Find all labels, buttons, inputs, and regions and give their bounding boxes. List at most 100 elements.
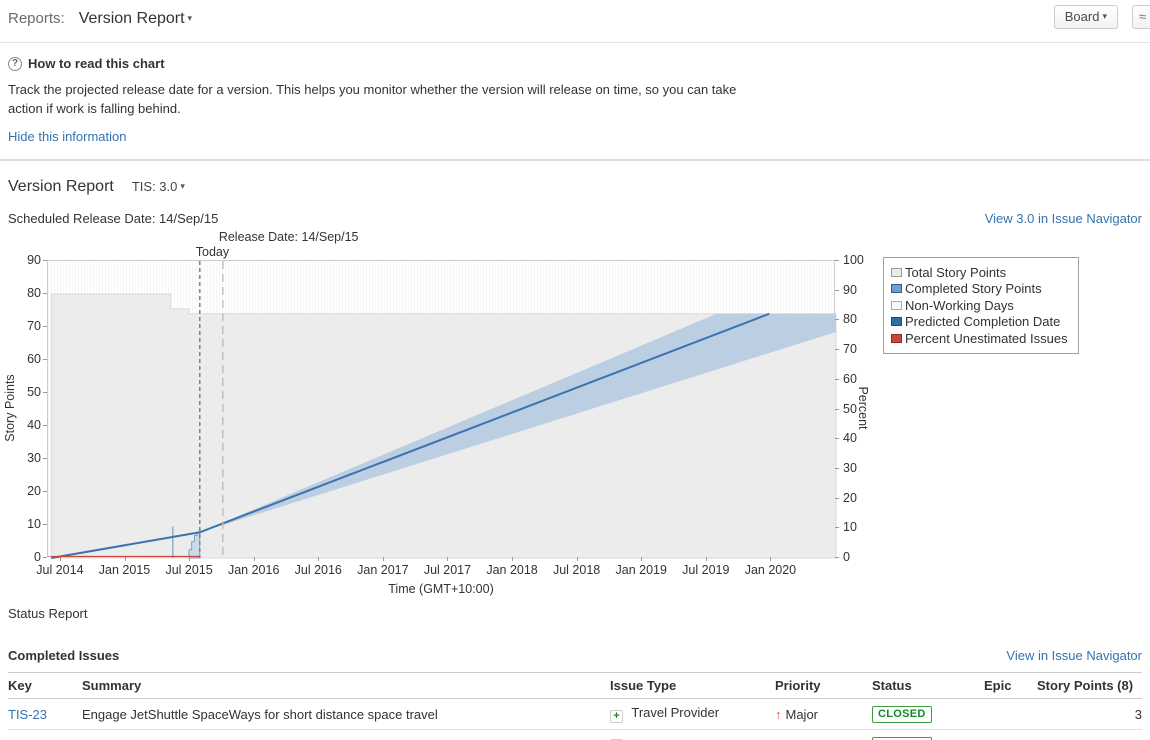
y-right-tick-mark — [835, 260, 839, 261]
y-left-tick-label: 10 — [13, 517, 41, 531]
x-tick-label: Jul 2017 — [415, 563, 479, 577]
y-left-tick-label: 30 — [13, 451, 41, 465]
top-bar: Reports: Version Report▾ Board▾ ≈ — [0, 0, 1150, 43]
page-title: Version Report — [8, 178, 114, 196]
y-left-tick-mark — [43, 326, 47, 327]
legend-swatch-non-working-days — [891, 301, 902, 310]
y-left-tick-mark — [43, 458, 47, 459]
legend-item: Percent Unestimated Issues — [891, 330, 1068, 347]
version-selector[interactable]: TIS: 3.0▾ — [132, 179, 185, 194]
info-panel-title: How to read this chart — [28, 56, 165, 71]
column-header-sum: Summary — [82, 673, 610, 699]
y-left-tick-label: 50 — [13, 385, 41, 399]
x-tick-mark — [318, 557, 319, 561]
table-row: TIS-23Engage JetShuttle SpaceWays for sh… — [8, 699, 1142, 730]
y-left-tick-mark — [43, 260, 47, 261]
y-axis-title-left: Story Points — [3, 308, 17, 508]
legend-item: Completed Story Points — [891, 281, 1068, 298]
scheduled-release-date: Scheduled Release Date: 14/Sep/15 — [8, 211, 218, 226]
chart-legend: Total Story PointsCompleted Story Points… — [883, 257, 1079, 354]
y-left-tick-mark — [43, 425, 47, 426]
y-right-tick-mark — [835, 379, 839, 380]
y-left-tick-label: 20 — [13, 484, 41, 498]
y-right-tick-label: 20 — [843, 491, 857, 505]
y-right-tick-mark — [835, 557, 839, 558]
x-tick-mark — [254, 557, 255, 561]
y-left-tick-mark — [43, 524, 47, 525]
issue-epic-cell — [984, 730, 1037, 740]
x-tick-label: Jan 2018 — [480, 563, 544, 577]
expand-button[interactable]: ≈ — [1132, 5, 1150, 29]
legend-swatch-percent-unestimated-issues — [891, 334, 902, 343]
issue-epic-cell — [984, 699, 1037, 730]
issue-story-points-cell: 2 — [1037, 730, 1142, 740]
legend-swatch-predicted-completion-date — [891, 317, 902, 326]
legend-item: Predicted Completion Date — [891, 314, 1068, 331]
chart-canvas — [48, 261, 836, 558]
expand-icon: ≈ — [1139, 9, 1146, 24]
table-row: TIS-45Email non registered users to sign… — [8, 730, 1142, 740]
completed-issues-table: KeySummaryIssue TypePriorityStatusEpicSt… — [8, 672, 1142, 740]
y-right-tick-mark — [835, 319, 839, 320]
chevron-down-icon: ▾ — [188, 13, 193, 24]
y-left-tick-label: 70 — [13, 319, 41, 333]
hide-information-link[interactable]: Hide this information — [8, 129, 127, 144]
x-tick-mark — [189, 557, 190, 561]
y-right-tick-label: 70 — [843, 342, 857, 356]
breadcrumb: Reports: — [8, 10, 65, 27]
view-version-link[interactable]: View 3.0 in Issue Navigator — [985, 211, 1142, 226]
column-header-key: Key — [8, 673, 82, 699]
issue-priority-cell: ↑Major — [775, 699, 872, 730]
legend-item: Total Story Points — [891, 264, 1068, 281]
column-header-pri: Priority — [775, 673, 872, 699]
legend-label: Percent Unestimated Issues — [905, 331, 1068, 346]
priority-up-arrow-icon: ↑ — [775, 707, 782, 722]
view-in-issue-navigator-link[interactable]: View in Issue Navigator — [1006, 648, 1142, 663]
report-switcher[interactable]: Version Report▾ — [79, 10, 192, 27]
y-right-tick-mark — [835, 468, 839, 469]
x-tick-label: Jan 2015 — [93, 563, 157, 577]
y-axis-title-right: Percent — [856, 308, 870, 508]
issue-status-cell: CLOSED — [872, 730, 984, 740]
chevron-down-icon: ▾ — [1102, 11, 1107, 22]
y-right-tick-label: 0 — [843, 550, 850, 564]
issue-key-link[interactable]: TIS-23 — [8, 707, 47, 722]
column-header-type: Issue Type — [610, 673, 775, 699]
y-right-tick-mark — [835, 349, 839, 350]
x-axis-title: Time (GMT+10:00) — [341, 582, 541, 596]
x-tick-label: Jul 2015 — [157, 563, 221, 577]
release-date-annotation: Release Date: 14/Sep/15 — [219, 230, 359, 244]
chart-plot-area — [47, 260, 835, 557]
y-right-tick-label: 80 — [843, 312, 857, 326]
x-tick-label: Jan 2016 — [222, 563, 286, 577]
x-tick-mark — [770, 557, 771, 561]
y-right-tick-label: 60 — [843, 372, 857, 386]
y-right-tick-mark — [835, 409, 839, 410]
completed-issues-title: Completed Issues — [8, 648, 119, 663]
y-right-tick-label: 90 — [843, 283, 857, 297]
x-tick-mark — [641, 557, 642, 561]
legend-label: Completed Story Points — [905, 281, 1042, 296]
issue-key-cell: TIS-45 — [8, 730, 82, 740]
issue-type-cell: Story — [610, 730, 775, 740]
y-right-tick-mark — [835, 438, 839, 439]
y-left-tick-label: 0 — [13, 550, 41, 564]
y-left-tick-mark — [43, 392, 47, 393]
legend-item: Non-Working Days — [891, 297, 1068, 314]
issue-key-cell: TIS-23 — [8, 699, 82, 730]
x-tick-mark — [447, 557, 448, 561]
status-report-label: Status Report — [8, 606, 1150, 621]
column-header-pts: Story Points (8) — [1037, 673, 1142, 699]
help-icon: ? — [8, 57, 22, 71]
y-left-tick-label: 40 — [13, 418, 41, 432]
x-tick-label: Jan 2020 — [738, 563, 802, 577]
legend-label: Non-Working Days — [905, 298, 1014, 313]
board-button[interactable]: Board▾ — [1054, 5, 1118, 29]
y-left-tick-label: 90 — [13, 253, 41, 267]
today-annotation: Today — [196, 245, 229, 259]
chevron-down-icon: ▾ — [180, 181, 185, 192]
issue-story-points-cell: 3 — [1037, 699, 1142, 730]
x-tick-label: Jul 2019 — [674, 563, 738, 577]
x-tick-mark — [383, 557, 384, 561]
x-tick-label: Jul 2018 — [545, 563, 609, 577]
